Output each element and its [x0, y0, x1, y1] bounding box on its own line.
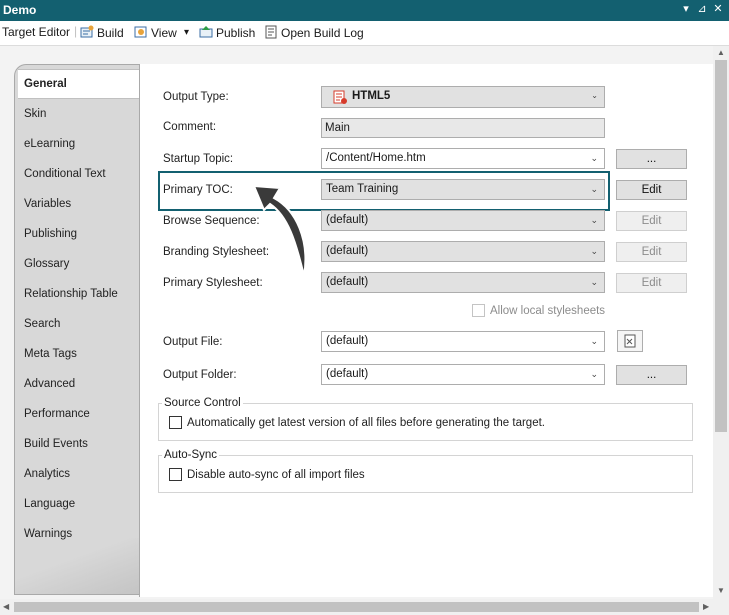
publish-icon: [199, 26, 213, 38]
tab-language[interactable]: Language: [24, 498, 75, 510]
tab-relationship-table[interactable]: Relationship Table: [24, 288, 118, 300]
source-control-title: Source Control: [162, 397, 243, 409]
branding-stylesheet-edit-button[interactable]: Edit: [616, 242, 687, 262]
output-file-value: (default): [326, 335, 369, 347]
vertical-scrollbar[interactable]: ▲ ▼: [713, 46, 729, 599]
publish-label: Publish: [216, 26, 256, 40]
scroll-right-icon[interactable]: ▶: [703, 602, 709, 611]
output-file-button[interactable]: [617, 330, 643, 352]
tab-conditional-text[interactable]: Conditional Text: [24, 168, 106, 180]
branding-stylesheet-select[interactable]: (default) ⌄: [321, 241, 605, 262]
chevron-down-icon: ⌄: [590, 246, 598, 256]
tab-skin[interactable]: Skin: [24, 108, 46, 120]
scroll-left-icon[interactable]: ◀: [3, 602, 9, 611]
primary-toc-value: Team Training: [326, 183, 399, 195]
chevron-down-icon: ⌄: [590, 184, 598, 194]
tab-warnings[interactable]: Warnings: [24, 528, 72, 540]
tab-general[interactable]: General: [18, 69, 139, 99]
tab-analytics[interactable]: Analytics: [24, 468, 70, 480]
target-editor-label: Target Editor: [2, 25, 71, 39]
view-button[interactable]: View: [134, 25, 177, 40]
html5-icon: [333, 90, 347, 104]
primary-toc-select[interactable]: Team Training ⌄: [321, 179, 605, 200]
startup-topic-browse-button[interactable]: ...: [616, 149, 687, 169]
auto-sync-label: Disable auto-sync of all import files: [187, 469, 365, 481]
vertical-scroll-thumb[interactable]: [715, 60, 727, 432]
close-icon[interactable]: ✕: [711, 2, 725, 15]
scroll-down-icon[interactable]: ▼: [717, 586, 725, 595]
browse-sequence-edit-button[interactable]: Edit: [616, 211, 687, 231]
horizontal-scrollbar[interactable]: ◀ ▶: [0, 599, 729, 615]
tab-publishing[interactable]: Publishing: [24, 228, 77, 240]
output-type-select[interactable]: HTML5 ⌄: [321, 86, 605, 108]
source-control-checkbox[interactable]: [169, 416, 182, 429]
output-folder-browse-button[interactable]: ...: [616, 365, 687, 385]
tab-search[interactable]: Search: [24, 318, 60, 330]
auto-sync-checkbox[interactable]: [169, 468, 182, 481]
output-folder-select[interactable]: (default) ⌄: [321, 364, 605, 385]
browse-sequence-select[interactable]: (default) ⌄: [321, 210, 605, 231]
comment-field[interactable]: Main: [321, 118, 605, 138]
tab-variables[interactable]: Variables: [24, 198, 71, 210]
output-type-label: Output Type:: [163, 91, 229, 103]
primary-stylesheet-select[interactable]: (default) ⌄: [321, 272, 605, 293]
chevron-down-icon: ⌄: [590, 369, 598, 379]
open-build-log-button[interactable]: Open Build Log: [264, 25, 364, 40]
build-icon: [80, 25, 94, 38]
output-folder-label: Output Folder:: [163, 369, 237, 381]
output-folder-value: (default): [326, 368, 369, 380]
startup-topic-label: Startup Topic:: [163, 153, 234, 165]
view-label: View: [151, 26, 177, 40]
horizontal-scroll-thumb[interactable]: [14, 602, 699, 612]
chevron-down-icon: ⌄: [590, 336, 598, 346]
toolbar: Target Editor | Build View ▾ Publish Ope…: [0, 21, 729, 46]
comment-label: Comment:: [163, 121, 217, 133]
window-menu-icon[interactable]: ▾: [679, 2, 693, 15]
tab-elearning[interactable]: eLearning: [24, 138, 75, 150]
output-type-value: HTML5: [352, 90, 391, 102]
publish-button[interactable]: Publish: [199, 25, 255, 40]
window-title: Demo: [3, 3, 37, 17]
tab-glossary[interactable]: Glossary: [24, 258, 69, 270]
tab-advanced[interactable]: Advanced: [24, 378, 75, 390]
file-icon: [624, 334, 636, 348]
output-file-label: Output File:: [163, 336, 223, 348]
log-icon: [265, 25, 277, 39]
toolbar-divider: |: [74, 24, 78, 38]
browse-sequence-value: (default): [326, 214, 369, 226]
allow-local-stylesheets-label: Allow local stylesheets: [490, 305, 606, 317]
primary-toc-label: Primary TOC:: [163, 184, 233, 196]
browse-sequence-label: Browse Sequence:: [163, 215, 260, 227]
sidebar-fold: [15, 538, 140, 594]
startup-topic-select[interactable]: /Content/Home.htm ⌄: [321, 148, 605, 169]
chevron-down-icon: ⌄: [591, 91, 598, 100]
build-label: Build: [97, 26, 124, 40]
primary-stylesheet-value: (default): [326, 276, 369, 288]
window-titlebar: Demo ▾ ⊿ ✕: [0, 0, 729, 21]
tab-performance[interactable]: Performance: [24, 408, 90, 420]
startup-topic-value: /Content/Home.htm: [326, 152, 426, 164]
tab-build-events[interactable]: Build Events: [24, 438, 88, 450]
auto-sync-title: Auto-Sync: [162, 449, 220, 461]
build-button[interactable]: Build: [80, 25, 124, 40]
primary-stylesheet-edit-button[interactable]: Edit: [616, 273, 687, 293]
output-file-select[interactable]: (default) ⌄: [321, 331, 605, 352]
chevron-down-icon: ⌄: [590, 215, 598, 225]
branding-stylesheet-value: (default): [326, 245, 369, 257]
view-icon: [134, 26, 147, 38]
pin-icon[interactable]: ⊿: [695, 2, 709, 15]
allow-local-stylesheets-checkbox[interactable]: [472, 304, 485, 317]
source-control-label: Automatically get latest version of all …: [187, 417, 545, 429]
view-dropdown-icon[interactable]: ▾: [184, 27, 189, 38]
chevron-down-icon: ⌄: [590, 277, 598, 287]
open-build-log-label: Open Build Log: [281, 26, 364, 40]
annotation-arrow-icon: [252, 184, 307, 277]
tab-meta-tags[interactable]: Meta Tags: [24, 348, 77, 360]
chevron-down-icon: ⌄: [590, 153, 598, 163]
primary-toc-edit-button[interactable]: Edit: [616, 180, 687, 200]
primary-stylesheet-label: Primary Stylesheet:: [163, 277, 263, 289]
scroll-up-icon[interactable]: ▲: [717, 48, 725, 57]
